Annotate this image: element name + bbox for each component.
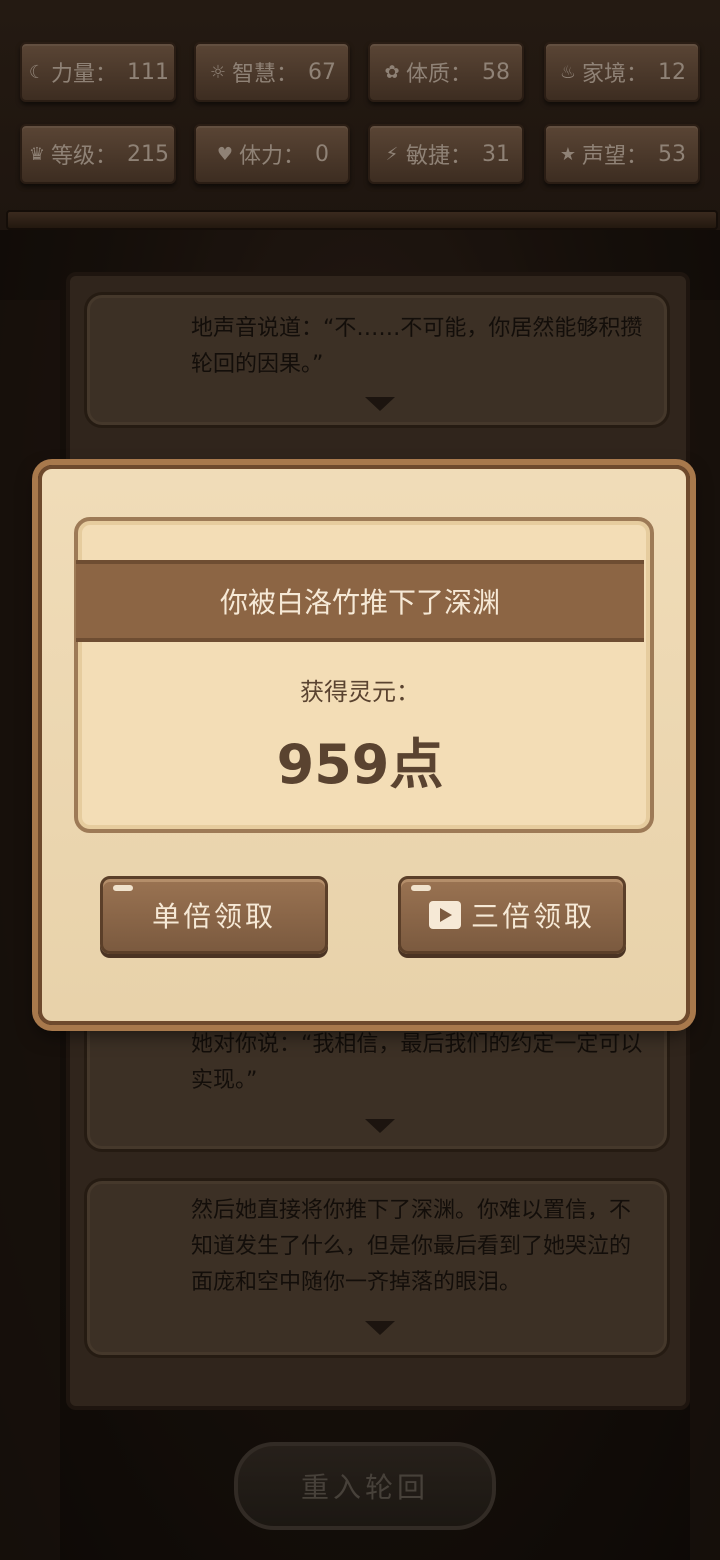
stat-label: 智慧： — [231, 62, 298, 87]
stat-label: 体质： — [405, 62, 472, 87]
single-claim-label: 单倍领取 — [151, 900, 276, 933]
modal-title: 你被白洛竹推下了深渊 — [76, 560, 644, 642]
gain-amount: 959点 — [276, 733, 444, 796]
stat-value: 67 — [308, 59, 336, 85]
stat-level: ♛ 等级： 215 — [20, 124, 176, 184]
button-highlight — [113, 885, 133, 891]
stat-constitution: ✿ 体质： 58 — [368, 42, 524, 102]
button-highlight — [411, 885, 431, 891]
stat-family: ♨ 家境： 12 — [544, 42, 700, 102]
stat-label: 体力： — [238, 144, 305, 169]
stats-bar: ☾ 力量： 111 ☼ 智慧： 67 ✿ 体质： 58 ♨ 家境： 12 ♛ 等… — [0, 0, 720, 230]
wisdom-icon: ☼ — [209, 61, 227, 83]
stat-value: 53 — [658, 141, 686, 167]
video-play-icon — [428, 901, 461, 929]
stamina-icon: ♥ — [216, 143, 234, 165]
stat-label: 声望： — [581, 144, 648, 169]
constitution-icon: ✿ — [384, 61, 400, 83]
stat-value: 58 — [482, 59, 510, 85]
stat-value: 31 — [482, 141, 510, 167]
single-claim-button[interactable]: 单倍领取 — [100, 876, 328, 954]
stat-reputation: ★ 声望： 53 — [544, 124, 700, 184]
stat-value: 215 — [127, 141, 169, 167]
agility-icon: ⚡ — [385, 143, 399, 165]
reputation-icon: ★ — [559, 143, 577, 165]
gain-label: 获得灵元： — [300, 678, 420, 706]
strength-icon: ☾ — [28, 61, 46, 83]
stats-divider — [6, 210, 718, 230]
stat-stamina: ♥ 体力： 0 — [194, 124, 350, 184]
stat-value: 12 — [658, 59, 686, 85]
triple-claim-label: 三倍领取 — [470, 900, 595, 933]
stat-value: 0 — [315, 141, 329, 167]
level-icon: ♛ — [28, 143, 46, 165]
triple-claim-button[interactable]: 三倍领取 — [398, 876, 626, 954]
stat-label: 等级： — [50, 144, 117, 169]
stat-label: 力量： — [50, 62, 117, 87]
family-icon: ♨ — [559, 61, 577, 83]
stat-agility: ⚡ 敏捷： 31 — [368, 124, 524, 184]
stat-wisdom: ☼ 智慧： 67 — [194, 42, 350, 102]
stat-label: 家境： — [581, 62, 648, 87]
stat-strength: ☾ 力量： 111 — [20, 42, 176, 102]
stat-label: 敏捷： — [405, 144, 472, 169]
stat-value: 111 — [127, 59, 169, 85]
